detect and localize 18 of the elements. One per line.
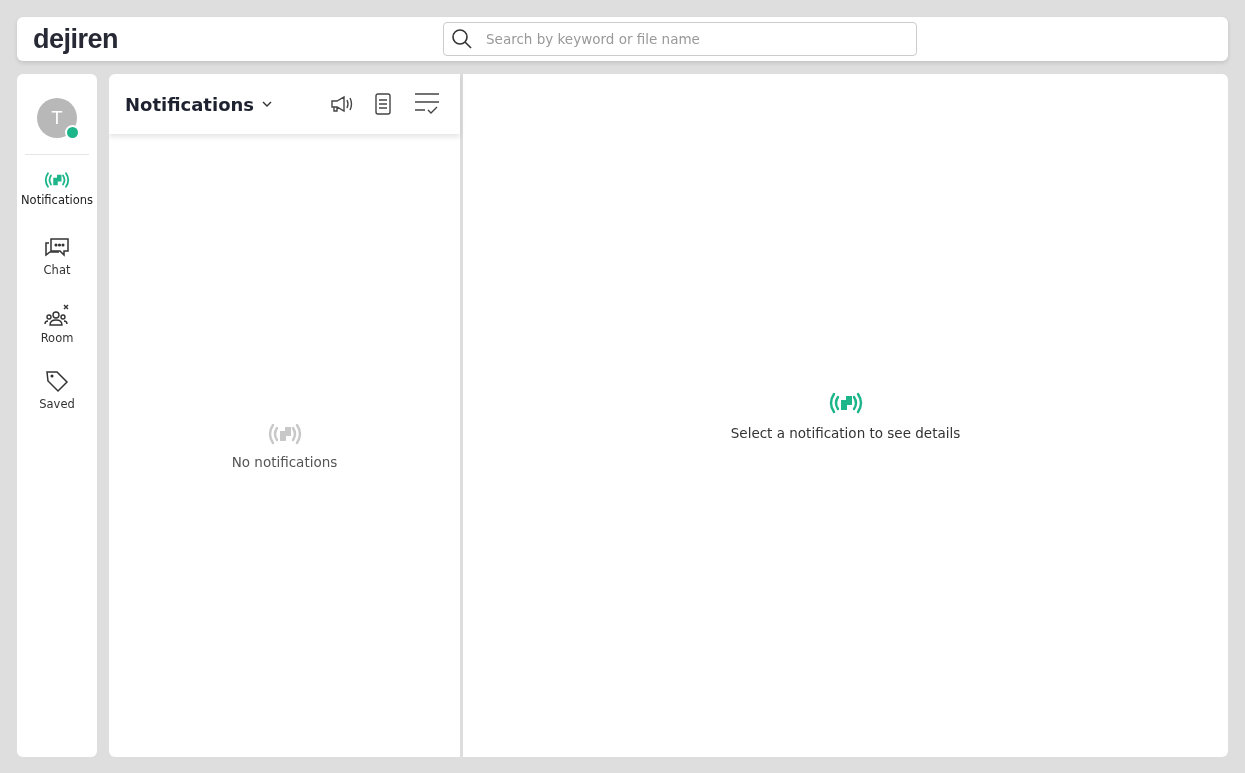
- search-field[interactable]: Search by keyword or file name: [443, 22, 917, 56]
- nav-item[interactable]: Notifications: [21, 165, 93, 231]
- nav-item[interactable]: Room: [40, 297, 74, 363]
- tag-icon: [45, 369, 69, 393]
- megaphone-icon: [330, 94, 354, 114]
- chevron-icon: [262, 101, 273, 107]
- nav-item[interactable]: Saved: [39, 363, 75, 429]
- logo: dejiren: [33, 23, 119, 55]
- nav-item[interactable]: Chat: [43, 231, 71, 297]
- document-icon: [374, 93, 392, 115]
- broadcast-icon: [42, 171, 72, 189]
- empty-message: No notifications: [231, 453, 338, 470]
- search-icon: [451, 28, 473, 50]
- checklist-icon: [414, 92, 440, 116]
- people-icon: [44, 303, 70, 327]
- panel-title: Notifications: [125, 93, 255, 115]
- chat-icon: [44, 237, 70, 259]
- empty-message: Select a notification to see details: [730, 424, 961, 441]
